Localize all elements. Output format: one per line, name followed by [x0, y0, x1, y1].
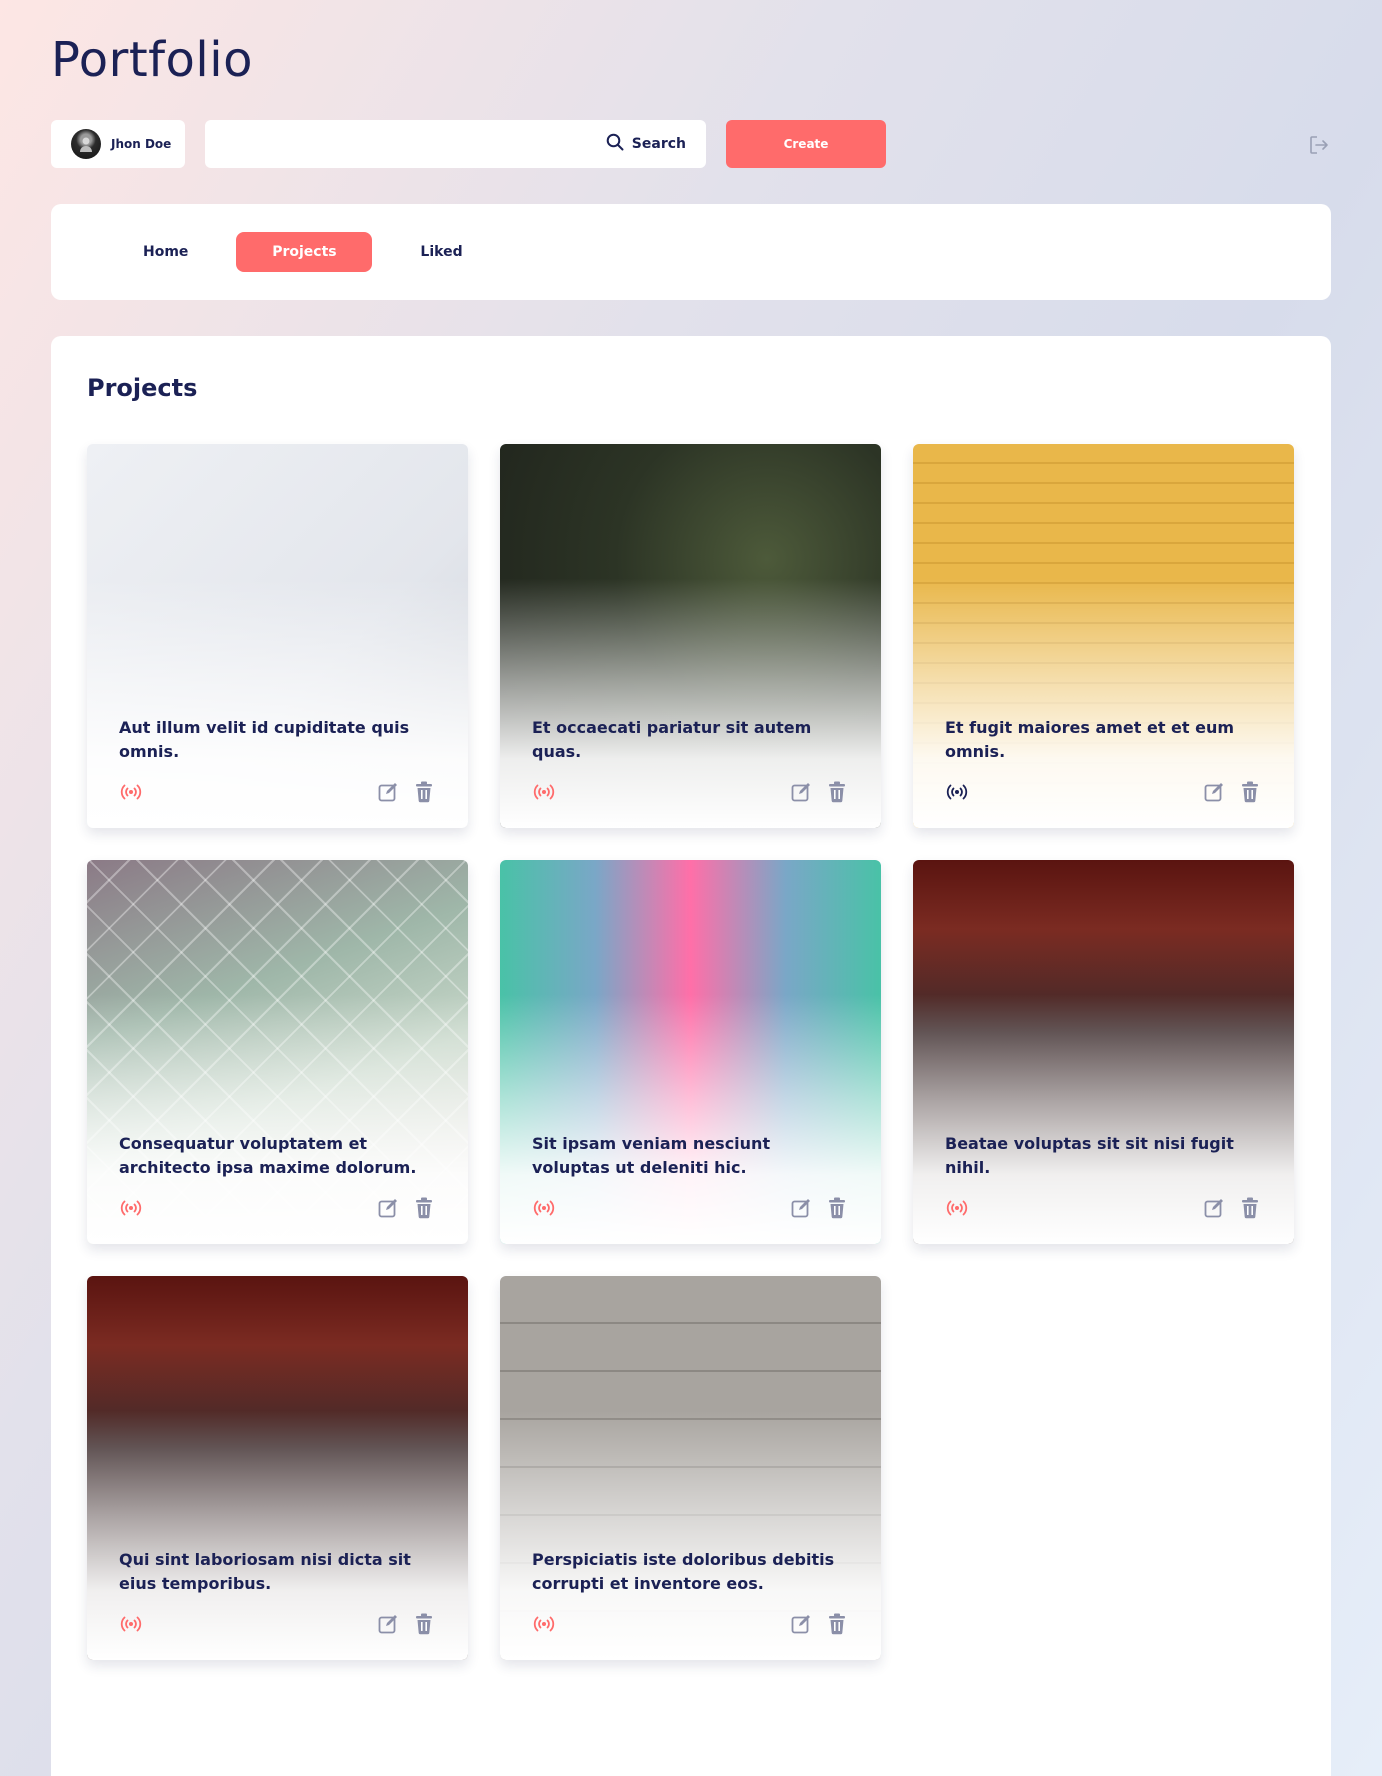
project-title: Qui sint laboriosam nisi dicta sit eius … — [119, 1550, 411, 1593]
project-actions — [119, 1612, 436, 1636]
broadcast-icon[interactable] — [532, 780, 556, 804]
project-title: Beatae voluptas sit sit nisi fugit nihil… — [945, 1134, 1234, 1177]
broadcast-icon[interactable] — [119, 1196, 143, 1220]
projects-panel: Projects Aut illum velit id cupiditate q… — [51, 336, 1331, 1776]
broadcast-icon[interactable] — [119, 1612, 143, 1636]
project-actions — [532, 1196, 849, 1220]
project-card-body: Qui sint laboriosam nisi dicta sit eius … — [119, 1548, 436, 1636]
search-icon — [606, 133, 624, 155]
app-logo: Portfolio — [51, 32, 253, 88]
search-input[interactable] — [205, 120, 606, 168]
tab-liked[interactable]: Liked — [400, 232, 482, 272]
project-card-body: Sit ipsam veniam nesciunt voluptas ut de… — [532, 1132, 849, 1220]
project-card-body: Aut illum velit id cupiditate quis omnis… — [119, 716, 436, 804]
tab-projects[interactable]: Projects — [236, 232, 373, 272]
project-title: Et occaecati pariatur sit autem quas. — [532, 718, 812, 761]
edit-icon[interactable] — [376, 1196, 400, 1220]
project-card-body: Et occaecati pariatur sit autem quas. — [532, 716, 849, 804]
edit-icon[interactable] — [789, 780, 813, 804]
project-card-body: Perspiciatis iste doloribus debitis corr… — [532, 1548, 849, 1636]
trash-icon[interactable] — [412, 780, 436, 804]
project-card-body: Et fugit maiores amet et et eum omnis. — [945, 716, 1262, 804]
project-card-body: Consequatur voluptatem et architecto ips… — [119, 1132, 436, 1220]
project-card[interactable]: Et occaecati pariatur sit autem quas. — [500, 444, 881, 828]
search-button-label: Search — [631, 136, 686, 152]
edit-icon[interactable] — [789, 1196, 813, 1220]
page-title: Projects — [87, 374, 198, 402]
project-card[interactable]: Et fugit maiores amet et et eum omnis. — [913, 444, 1294, 828]
search-button[interactable]: Search — [606, 133, 686, 155]
search-bar: Search — [205, 120, 706, 168]
edit-icon[interactable] — [1202, 780, 1226, 804]
project-card[interactable]: Aut illum velit id cupiditate quis omnis… — [87, 444, 468, 828]
broadcast-icon[interactable] — [532, 1612, 556, 1636]
project-card[interactable]: Beatae voluptas sit sit nisi fugit nihil… — [913, 860, 1294, 1244]
trash-icon[interactable] — [1238, 1196, 1262, 1220]
tab-home[interactable]: Home — [123, 232, 208, 272]
edit-icon[interactable] — [376, 1612, 400, 1636]
project-title: Perspiciatis iste doloribus debitis corr… — [532, 1550, 835, 1593]
edit-icon[interactable] — [376, 780, 400, 804]
project-card[interactable]: Consequatur voluptatem et architecto ips… — [87, 860, 468, 1244]
trash-icon[interactable] — [412, 1612, 436, 1636]
trash-icon[interactable] — [825, 1196, 849, 1220]
user-profile-button[interactable]: Jhon Doe — [51, 120, 185, 168]
trash-icon[interactable] — [825, 780, 849, 804]
projects-grid: Aut illum velit id cupiditate quis omnis… — [87, 444, 1294, 1660]
project-actions — [532, 780, 849, 804]
trash-icon[interactable] — [412, 1196, 436, 1220]
project-actions — [119, 780, 436, 804]
broadcast-icon[interactable] — [945, 1196, 969, 1220]
project-title: Et fugit maiores amet et et eum omnis. — [945, 718, 1235, 761]
project-actions — [945, 780, 1262, 804]
trash-icon[interactable] — [825, 1612, 849, 1636]
project-actions — [119, 1196, 436, 1220]
project-card-body: Beatae voluptas sit sit nisi fugit nihil… — [945, 1132, 1262, 1220]
user-name: Jhon Doe — [111, 137, 172, 151]
main-nav: Home Projects Liked — [51, 204, 1331, 300]
edit-icon[interactable] — [1202, 1196, 1226, 1220]
project-title: Consequatur voluptatem et architecto ips… — [119, 1134, 417, 1177]
trash-icon[interactable] — [1238, 780, 1262, 804]
project-card[interactable]: Sit ipsam veniam nesciunt voluptas ut de… — [500, 860, 881, 1244]
project-card[interactable]: Qui sint laboriosam nisi dicta sit eius … — [87, 1276, 468, 1660]
project-title: Aut illum velit id cupiditate quis omnis… — [119, 718, 410, 761]
edit-icon[interactable] — [789, 1612, 813, 1636]
broadcast-icon[interactable] — [945, 780, 969, 804]
logout-icon[interactable] — [1308, 134, 1330, 156]
project-actions — [945, 1196, 1262, 1220]
create-button[interactable]: Create — [726, 120, 886, 168]
project-title: Sit ipsam veniam nesciunt voluptas ut de… — [532, 1134, 771, 1177]
broadcast-icon[interactable] — [532, 1196, 556, 1220]
project-actions — [532, 1612, 849, 1636]
avatar — [71, 129, 101, 159]
broadcast-icon[interactable] — [119, 780, 143, 804]
project-card[interactable]: Perspiciatis iste doloribus debitis corr… — [500, 1276, 881, 1660]
